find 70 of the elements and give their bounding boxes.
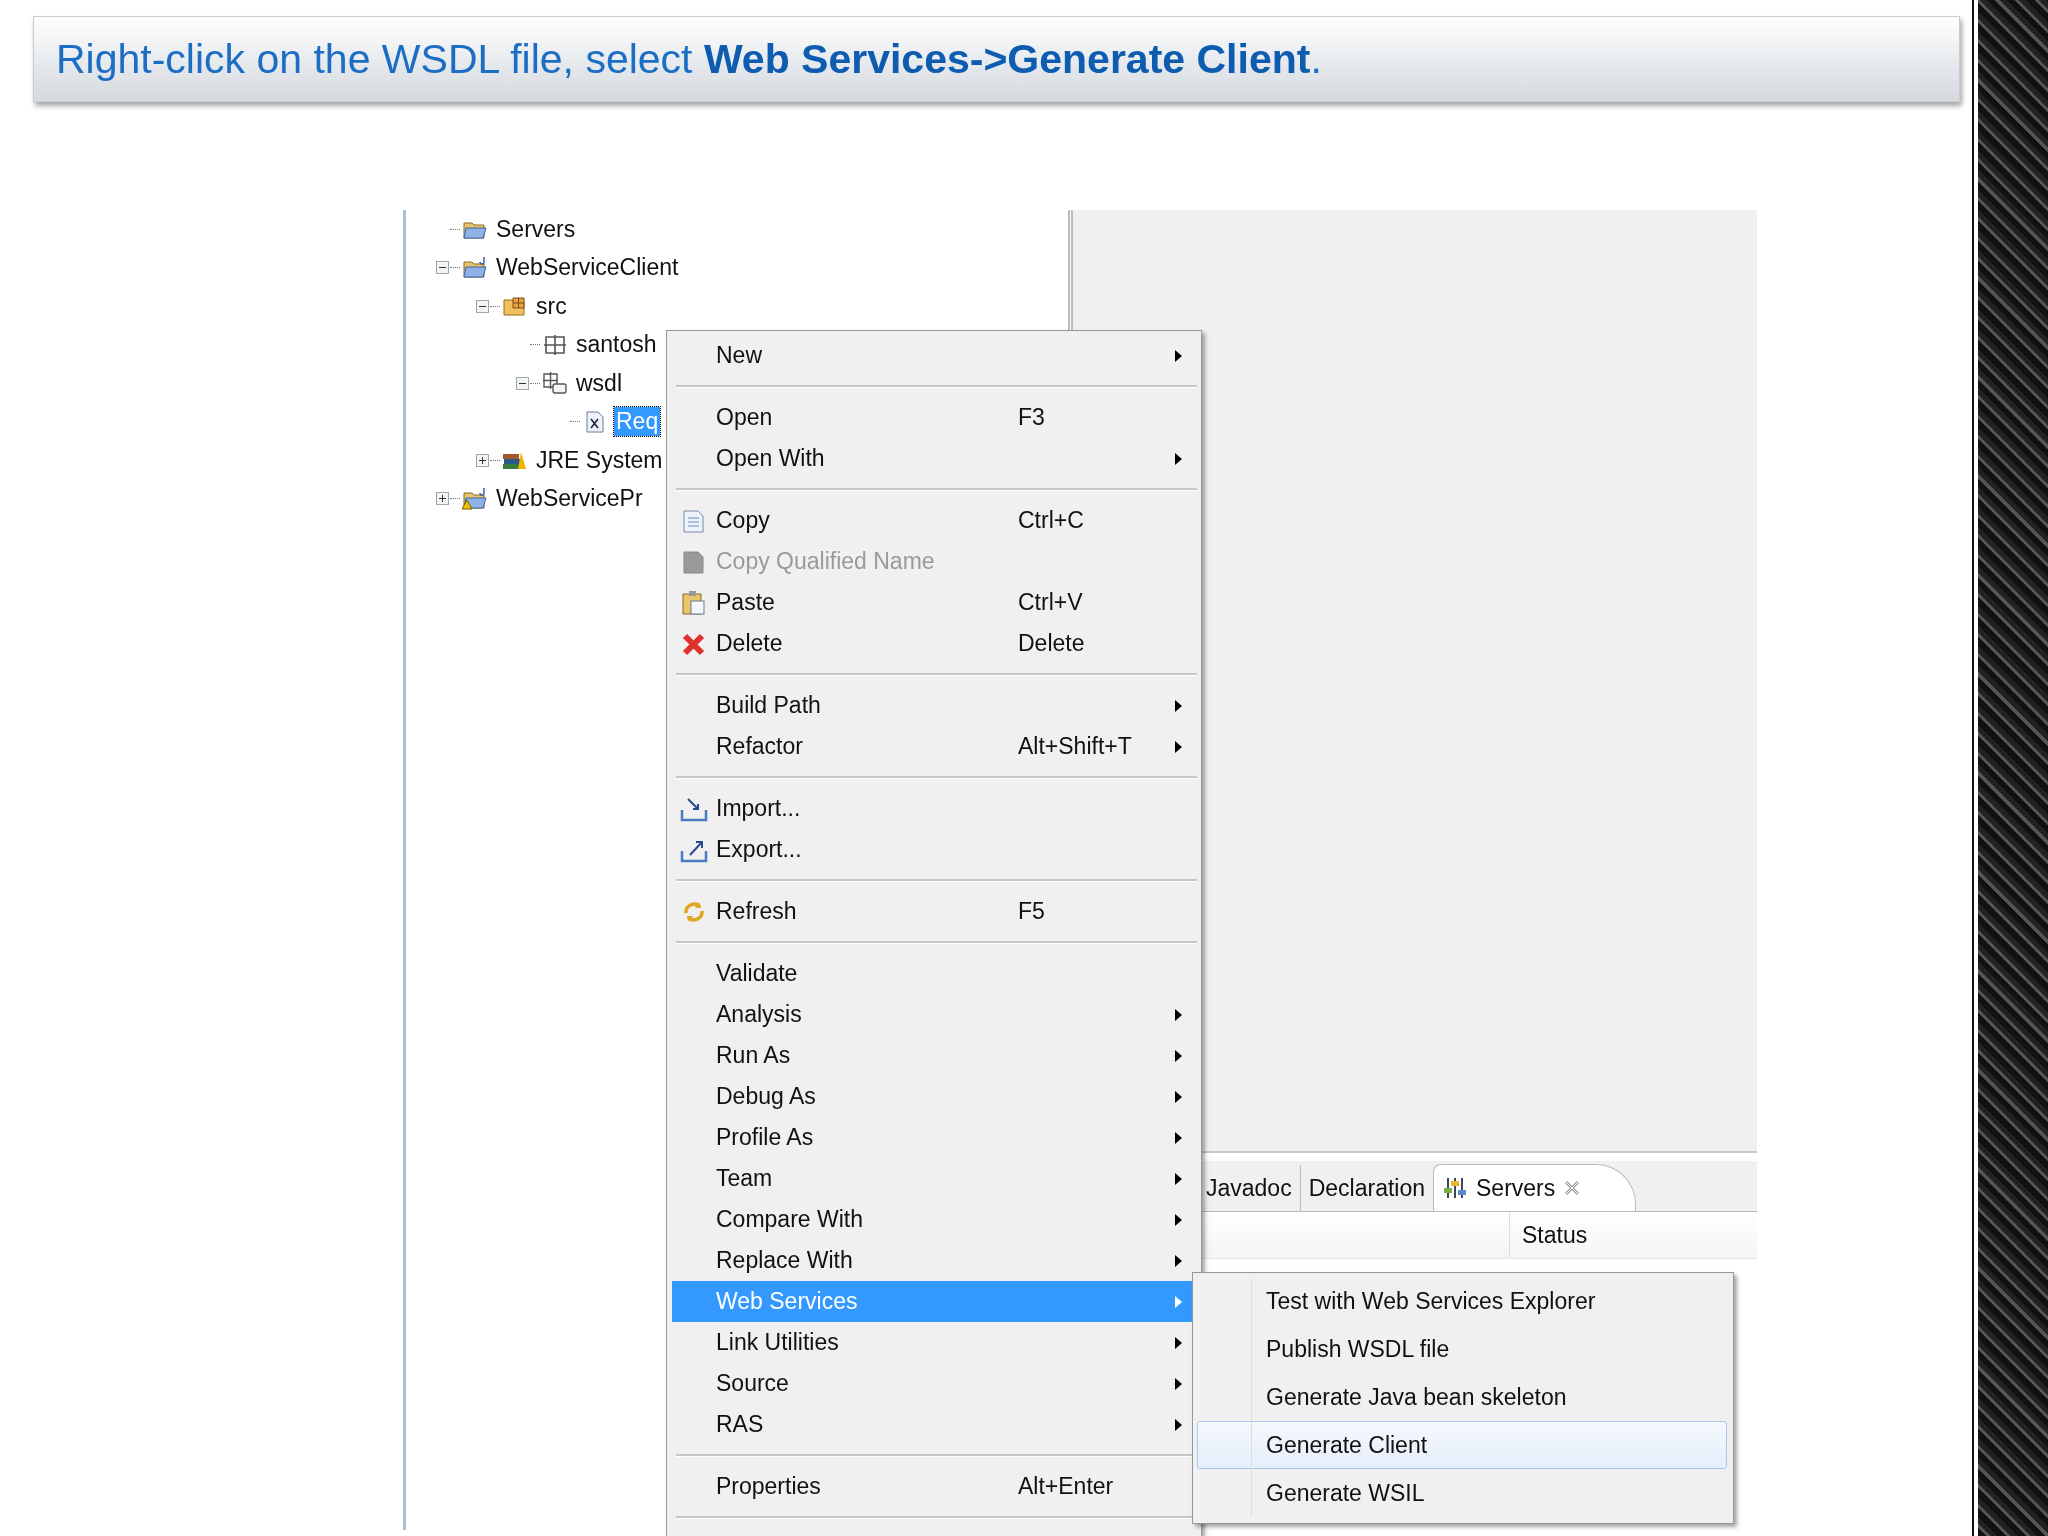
- submenu-arrow-icon: [1174, 1335, 1184, 1350]
- tree-item[interactable]: src: [534, 291, 569, 321]
- submenu-arrow-icon: [1174, 1376, 1184, 1391]
- close-icon[interactable]: [1563, 1179, 1582, 1197]
- tree-item[interactable]: WebServiceClient: [494, 253, 681, 283]
- project-folder-icon: [462, 255, 488, 280]
- submenu-arrow-icon: [1174, 348, 1184, 363]
- shortcut-label: F3: [1018, 404, 1045, 431]
- menu-item[interactable]: Build Path: [672, 685, 1197, 726]
- column-header[interactable]: Status: [1510, 1221, 1588, 1249]
- clipboard-icon: [680, 589, 708, 616]
- menu-item[interactable]: Test with Web Services Explorer: [1197, 1277, 1727, 1325]
- sliders-icon: [1442, 1176, 1468, 1200]
- collapse-icon[interactable]: [515, 376, 529, 390]
- view-tab[interactable]: Servers: [1433, 1164, 1637, 1211]
- menu-item[interactable]: Validate: [672, 953, 1197, 994]
- tree-item[interactable]: santosh: [574, 330, 659, 360]
- import-icon: [680, 795, 708, 822]
- expand-icon[interactable]: [475, 453, 489, 467]
- collapse-icon[interactable]: [435, 261, 449, 275]
- menu-item[interactable]: Delete Delete: [672, 623, 1197, 664]
- submenu-arrow-icon: [1174, 1048, 1184, 1063]
- tree-item[interactable]: WebServicePr: [494, 484, 645, 514]
- tree-item[interactable]: Servers: [494, 214, 578, 244]
- menu-item[interactable]: Debug As: [672, 1076, 1197, 1117]
- package-icon: [542, 371, 568, 396]
- package-icon: [542, 332, 568, 357]
- submenu-arrow-icon: [1174, 451, 1184, 466]
- submenu-arrow-icon: [1174, 1089, 1184, 1104]
- submenu-arrow-icon: [1174, 1417, 1184, 1432]
- menu-item[interactable]: Generate Client: [1197, 1421, 1727, 1469]
- expand-icon[interactable]: [435, 492, 449, 506]
- submenu-arrow-icon: [1174, 1294, 1184, 1309]
- menu-item[interactable]: Import...: [672, 788, 1197, 829]
- menu-item[interactable]: Run As: [672, 1035, 1197, 1076]
- shortcut-label: Alt+Shift+T: [1018, 733, 1132, 760]
- menu-item[interactable]: Open With: [672, 438, 1197, 479]
- menu-item[interactable]: Generate WSIL: [1197, 1469, 1727, 1517]
- menu-item[interactable]: Copy Ctrl+C: [672, 500, 1197, 541]
- menu-item[interactable]: Analysis: [672, 994, 1197, 1035]
- shortcut-label: Ctrl+V: [1018, 589, 1083, 616]
- menu-item[interactable]: Team: [672, 1158, 1197, 1199]
- menu-item[interactable]: Profile As: [672, 1117, 1197, 1158]
- shortcut-label: Alt+Enter: [1018, 1473, 1114, 1500]
- menu-item[interactable]: New: [672, 335, 1197, 376]
- submenu-arrow-icon: [1174, 1253, 1184, 1268]
- shortcut-label: Delete: [1018, 630, 1085, 657]
- menu-item[interactable]: Refresh F5: [672, 891, 1197, 932]
- submenu-arrow-icon: [1174, 1171, 1184, 1186]
- menu-item[interactable]: Compare With: [672, 1199, 1197, 1240]
- shortcut-label: Ctrl+C: [1018, 507, 1084, 534]
- submenu-arrow-icon: [1174, 1212, 1184, 1227]
- menu-item[interactable]: Refactor Alt+Shift+T: [672, 726, 1197, 767]
- submenu-arrow-icon: [1174, 1130, 1184, 1145]
- submenu-arrow-icon: [1174, 739, 1184, 754]
- menu-item[interactable]: Paste Ctrl+V: [672, 582, 1197, 623]
- menu-item[interactable]: Generate Java bean skeleton: [1197, 1373, 1727, 1421]
- menu-item[interactable]: Publish WSDL file: [1197, 1325, 1727, 1373]
- submenu-arrow-icon: [1174, 698, 1184, 713]
- project-folder-icon: [462, 486, 488, 511]
- tree-item[interactable]: JRE System: [534, 445, 665, 475]
- package-folder-icon: [502, 294, 528, 319]
- menu-item[interactable]: Export...: [672, 829, 1197, 870]
- instruction-text: Right-click on the WSDL file, select Web Services->Generate Client.: [56, 35, 1322, 83]
- menu-item[interactable]: Replace With: [672, 1240, 1197, 1281]
- collapse-icon[interactable]: [475, 299, 489, 313]
- shortcut-label: F5: [1018, 898, 1045, 925]
- tree-item[interactable]: wsdl: [574, 368, 624, 398]
- submenu-arrow-icon: [1174, 1007, 1184, 1022]
- menu-item[interactable]: Open F3: [672, 397, 1197, 438]
